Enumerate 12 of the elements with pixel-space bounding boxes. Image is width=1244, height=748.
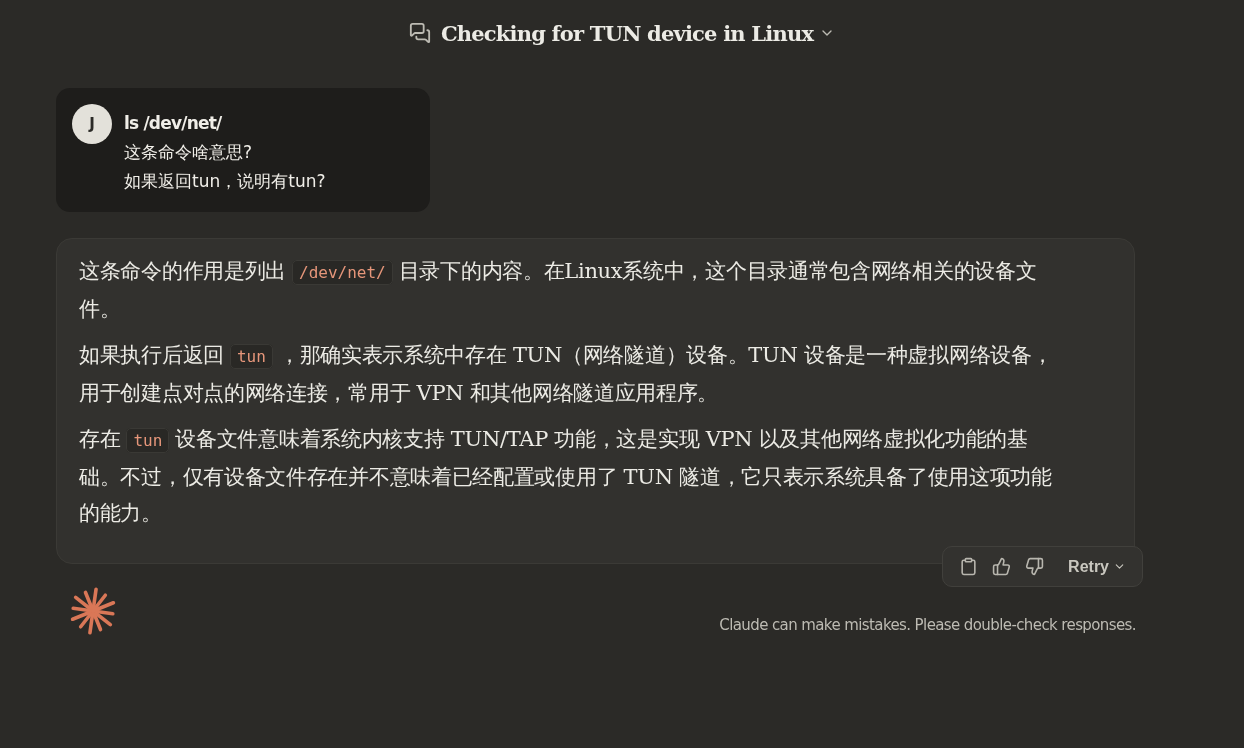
user-avatar: J — [72, 104, 112, 144]
response-paragraph: 如果执行后返回 tun ，那确实表示系统中存在 TUN（网络隧道）设备。TUN 设备是一种虚拟网络设备，用于创建点对点的网络连接，常用于 VPN 和其他网络隧道应用程序。 — [79, 342, 1054, 407]
retry-button[interactable]: Retry — [1062, 553, 1132, 580]
response-paragraph: 这条命令的作用是列出 /dev/net/ 目录下的内容。在Linux系统中，这个目录通常包含网络相关的设备文件。 — [79, 258, 1038, 323]
message-text: ls /dev/net/ — [124, 112, 223, 134]
message-text: 这条命令啥意思? — [124, 141, 254, 163]
message-text: 如果返回tun，说明有tun? — [124, 170, 326, 192]
response-paragraph: 存在 tun 设备文件意味着系统内核支持 TUN/TAP 功能，这是实现 VPN 以及其他网络虚拟化功能的基础。不过，仅有设备文件存在并不意味着已经配置或使用了 TUN 隧道，它只表示系统具备了使用这项功能的能力。 — [79, 426, 1053, 527]
conversation-title[interactable]: Checking for TUN device in Linux — [440, 20, 836, 46]
sparkle-logo-icon — [68, 586, 118, 636]
disclaimer-text: Claude can make mistakes. Please double-check responses. — [719, 616, 1136, 634]
chat-icon — [408, 22, 431, 44]
